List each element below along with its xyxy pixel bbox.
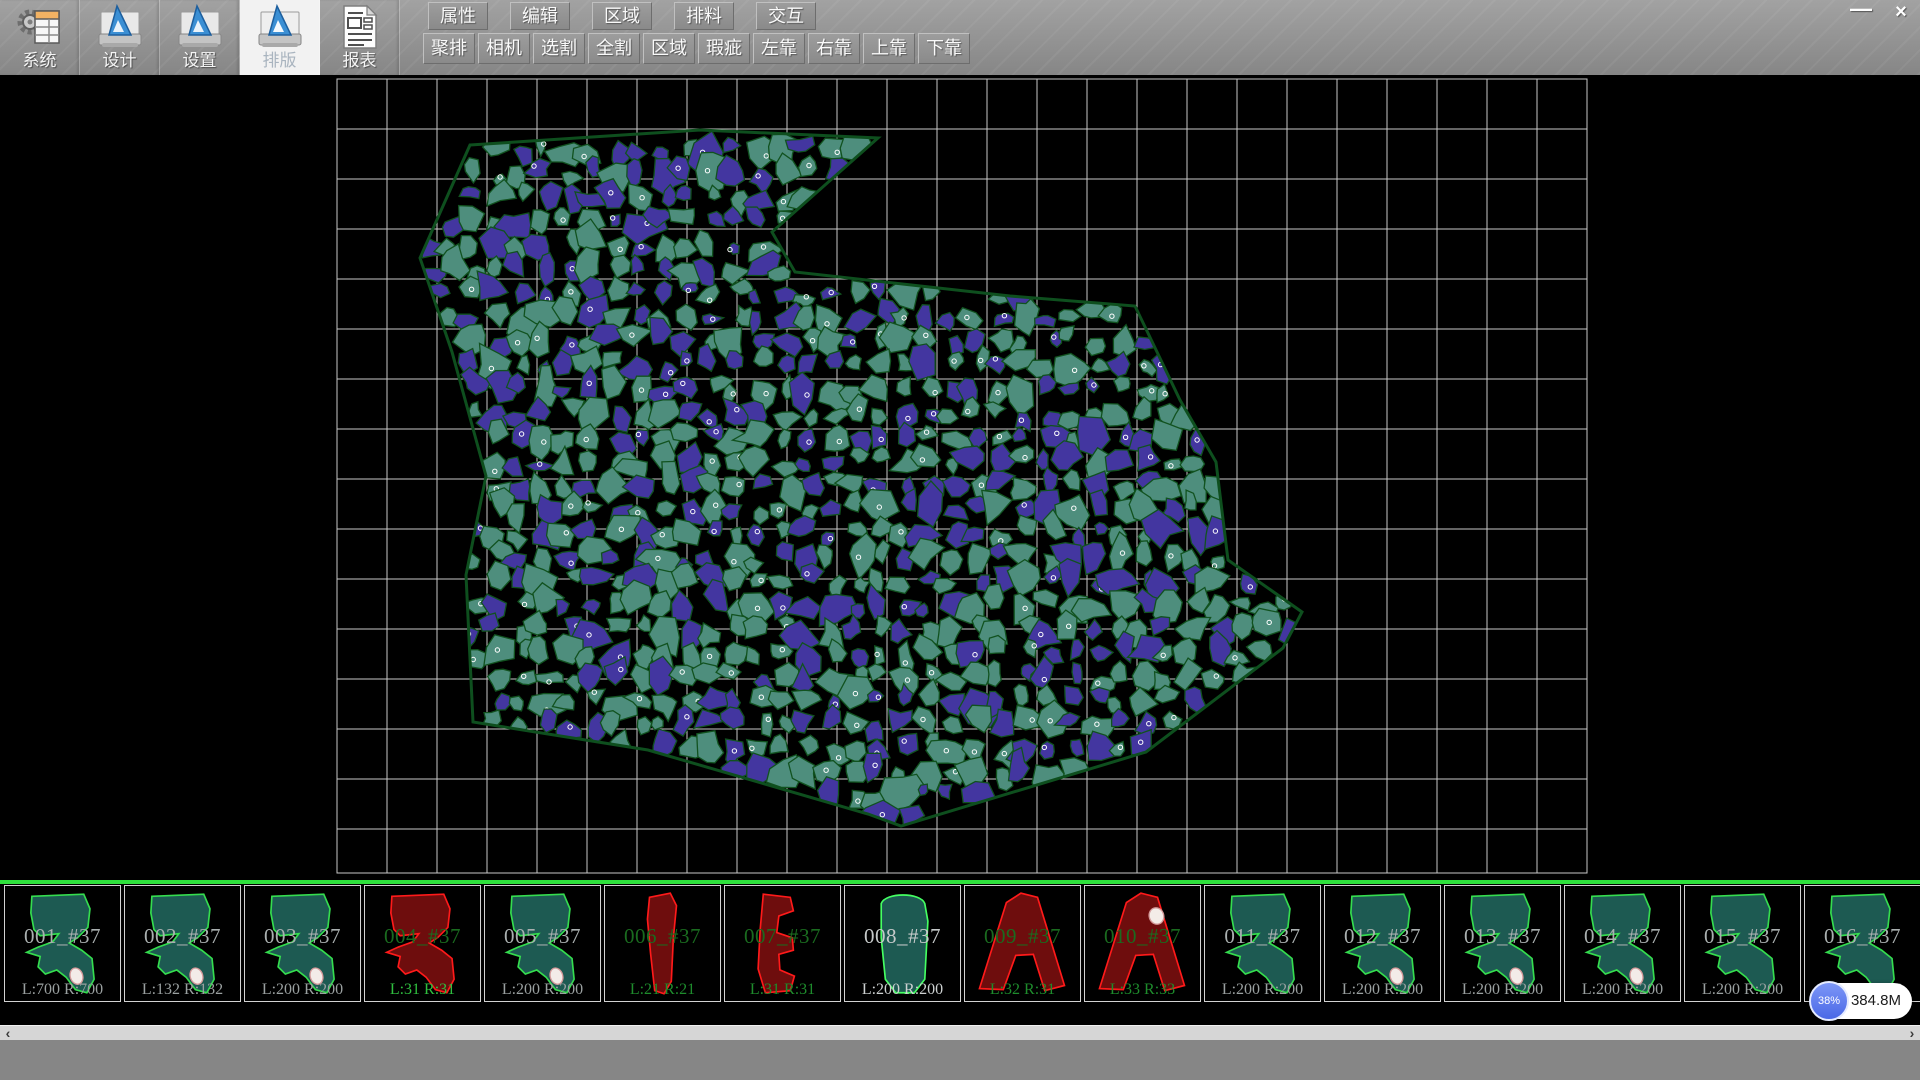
scroll-left-icon[interactable]: ‹ [0,1026,16,1041]
piece-id: 008_#37 [845,924,960,949]
piece-thumbnail-8[interactable]: 008_#37 L:200 R:200 [844,885,961,1002]
menu-button-4[interactable]: 排料 [674,2,734,30]
piece-id: 002_#37 [125,924,240,949]
status-bar [0,1040,1920,1080]
tool-button-2[interactable]: 相机 [478,33,530,64]
app-button-design[interactable]: 设计 [80,0,160,75]
piece-id: 012_#37 [1325,924,1440,949]
piece-counts: L:200 R:200 [1205,981,1320,999]
piece-id: 007_#37 [725,924,840,949]
tool-button-4[interactable]: 全割 [588,33,640,64]
menu-button-1[interactable]: 属性 [428,2,488,30]
design-ruler-icon [96,4,144,50]
tool-button-9[interactable]: 上靠 [863,33,915,64]
piece-counts: L:33 R:33 [1085,981,1200,999]
piece-id: 004_#37 [365,924,480,949]
tool-button-7[interactable]: 左靠 [753,33,805,64]
piece-counts: L:200 R:200 [485,981,600,999]
piece-thumbnail-5[interactable]: 005_#37 L:200 R:200 [484,885,601,1002]
app-button-label: 报表 [343,50,377,72]
toolbar: 系统 设计 设置 [0,0,1920,75]
close-button[interactable]: × [1886,0,1916,24]
piece-id: 011_#37 [1205,924,1320,949]
piece-thumbnail-strip: 001_#37L:700 R:700002_#37L:132 R:132003_… [0,884,1920,1003]
status-pill: 38% 384.8M [1810,983,1912,1019]
piece-thumbnail-14[interactable]: 014_#37 L:200 R:200 [1564,885,1681,1002]
memory-usage: 384.8M [1851,983,1901,1019]
menu-button-5[interactable]: 交互 [756,2,816,30]
progress-badge: 38% [1809,981,1849,1021]
nested-pieces [418,131,1304,832]
tool-button-1[interactable]: 聚排 [423,33,475,64]
app-buttons: 系统 设计 设置 [0,0,400,75]
tool-button-8[interactable]: 右靠 [808,33,860,64]
piece-id: 003_#37 [245,924,360,949]
app-button-report[interactable]: 报表 [320,0,400,75]
app-button-system[interactable]: 系统 [0,0,80,75]
piece-id: 001_#37 [5,924,120,949]
piece-thumbnail-12[interactable]: 012_#37 L:200 R:200 [1324,885,1441,1002]
piece-thumbnail-1[interactable]: 001_#37 L:700 R:700 [4,885,121,1002]
piece-thumbnail-4[interactable]: 004_#37 L:31 R:31 [364,885,481,1002]
piece-counts: L:21 R:21 [605,981,720,999]
nesting-canvas[interactable] [0,75,1920,880]
piece-thumbnail-2[interactable]: 002_#37 L:132 R:132 [124,885,241,1002]
report-icon [336,4,384,50]
piece-counts: L:200 R:200 [1325,981,1440,999]
horizontal-scrollbar[interactable]: ‹ › [0,1025,1920,1040]
piece-counts: L:200 R:200 [245,981,360,999]
system-gear-icon [16,4,64,50]
piece-thumbnail-10[interactable]: 010_#37 L:33 R:33 [1084,885,1201,1002]
piece-counts: L:31 R:31 [725,981,840,999]
settings-ruler-icon [176,4,224,50]
app-button-label: 设计 [103,50,137,72]
piece-id: 009_#37 [965,924,1080,949]
piece-id: 005_#37 [485,924,600,949]
menu-row-primary: 属性编辑区域排料交互 [428,2,816,30]
piece-counts: L:200 R:200 [845,981,960,999]
piece-counts: L:200 R:200 [1685,981,1800,999]
tool-button-6[interactable]: 瑕疵 [698,33,750,64]
piece-counts: L:700 R:700 [5,981,120,999]
piece-id: 010_#37 [1085,924,1200,949]
app-button-nesting[interactable]: 排版 [240,0,320,75]
piece-counts: L:132 R:132 [125,981,240,999]
app-button-label: 排版 [263,50,297,72]
piece-counts: L:200 R:200 [1565,981,1680,999]
piece-counts: L:31 R:31 [365,981,480,999]
app-button-settings[interactable]: 设置 [160,0,240,75]
app-window: { "window": { "controls": { "minimize": … [0,0,1920,1080]
piece-thumbnail-11[interactable]: 011_#37 L:200 R:200 [1204,885,1321,1002]
piece-thumbnail-3[interactable]: 003_#37 L:200 R:200 [244,885,361,1002]
piece-thumbnail-15[interactable]: 015_#37 L:200 R:200 [1684,885,1801,1002]
minimize-button[interactable]: — [1846,0,1876,24]
window-controls: — × [1846,0,1916,24]
piece-counts: L:32 R:31 [965,981,1080,999]
app-button-label: 设置 [183,50,217,72]
piece-thumbnail-6[interactable]: 006_#37 L:21 R:21 [604,885,721,1002]
piece-id: 016_#37 [1805,924,1920,949]
menu-row-secondary: 聚排相机选割全割区域瑕疵左靠右靠上靠下靠 [423,33,970,64]
nesting-canvas-svg [0,75,1920,880]
piece-id: 014_#37 [1565,924,1680,949]
nesting-ruler-icon [256,4,304,50]
tool-button-5[interactable]: 区域 [643,33,695,64]
piece-counts: L:200 R:200 [1445,981,1560,999]
piece-thumbnail-7[interactable]: 007_#37 L:31 R:31 [724,885,841,1002]
piece-thumbnail-9[interactable]: 009_#37 L:32 R:31 [964,885,1081,1002]
menu-button-2[interactable]: 编辑 [510,2,570,30]
piece-id: 006_#37 [605,924,720,949]
piece-thumbnail-13[interactable]: 013_#37 L:200 R:200 [1444,885,1561,1002]
piece-id: 015_#37 [1685,924,1800,949]
app-button-label: 系统 [23,50,57,72]
piece-id: 013_#37 [1445,924,1560,949]
scroll-right-icon[interactable]: › [1904,1026,1920,1041]
menu-button-3[interactable]: 区域 [592,2,652,30]
tool-button-3[interactable]: 选割 [533,33,585,64]
tool-button-10[interactable]: 下靠 [918,33,970,64]
